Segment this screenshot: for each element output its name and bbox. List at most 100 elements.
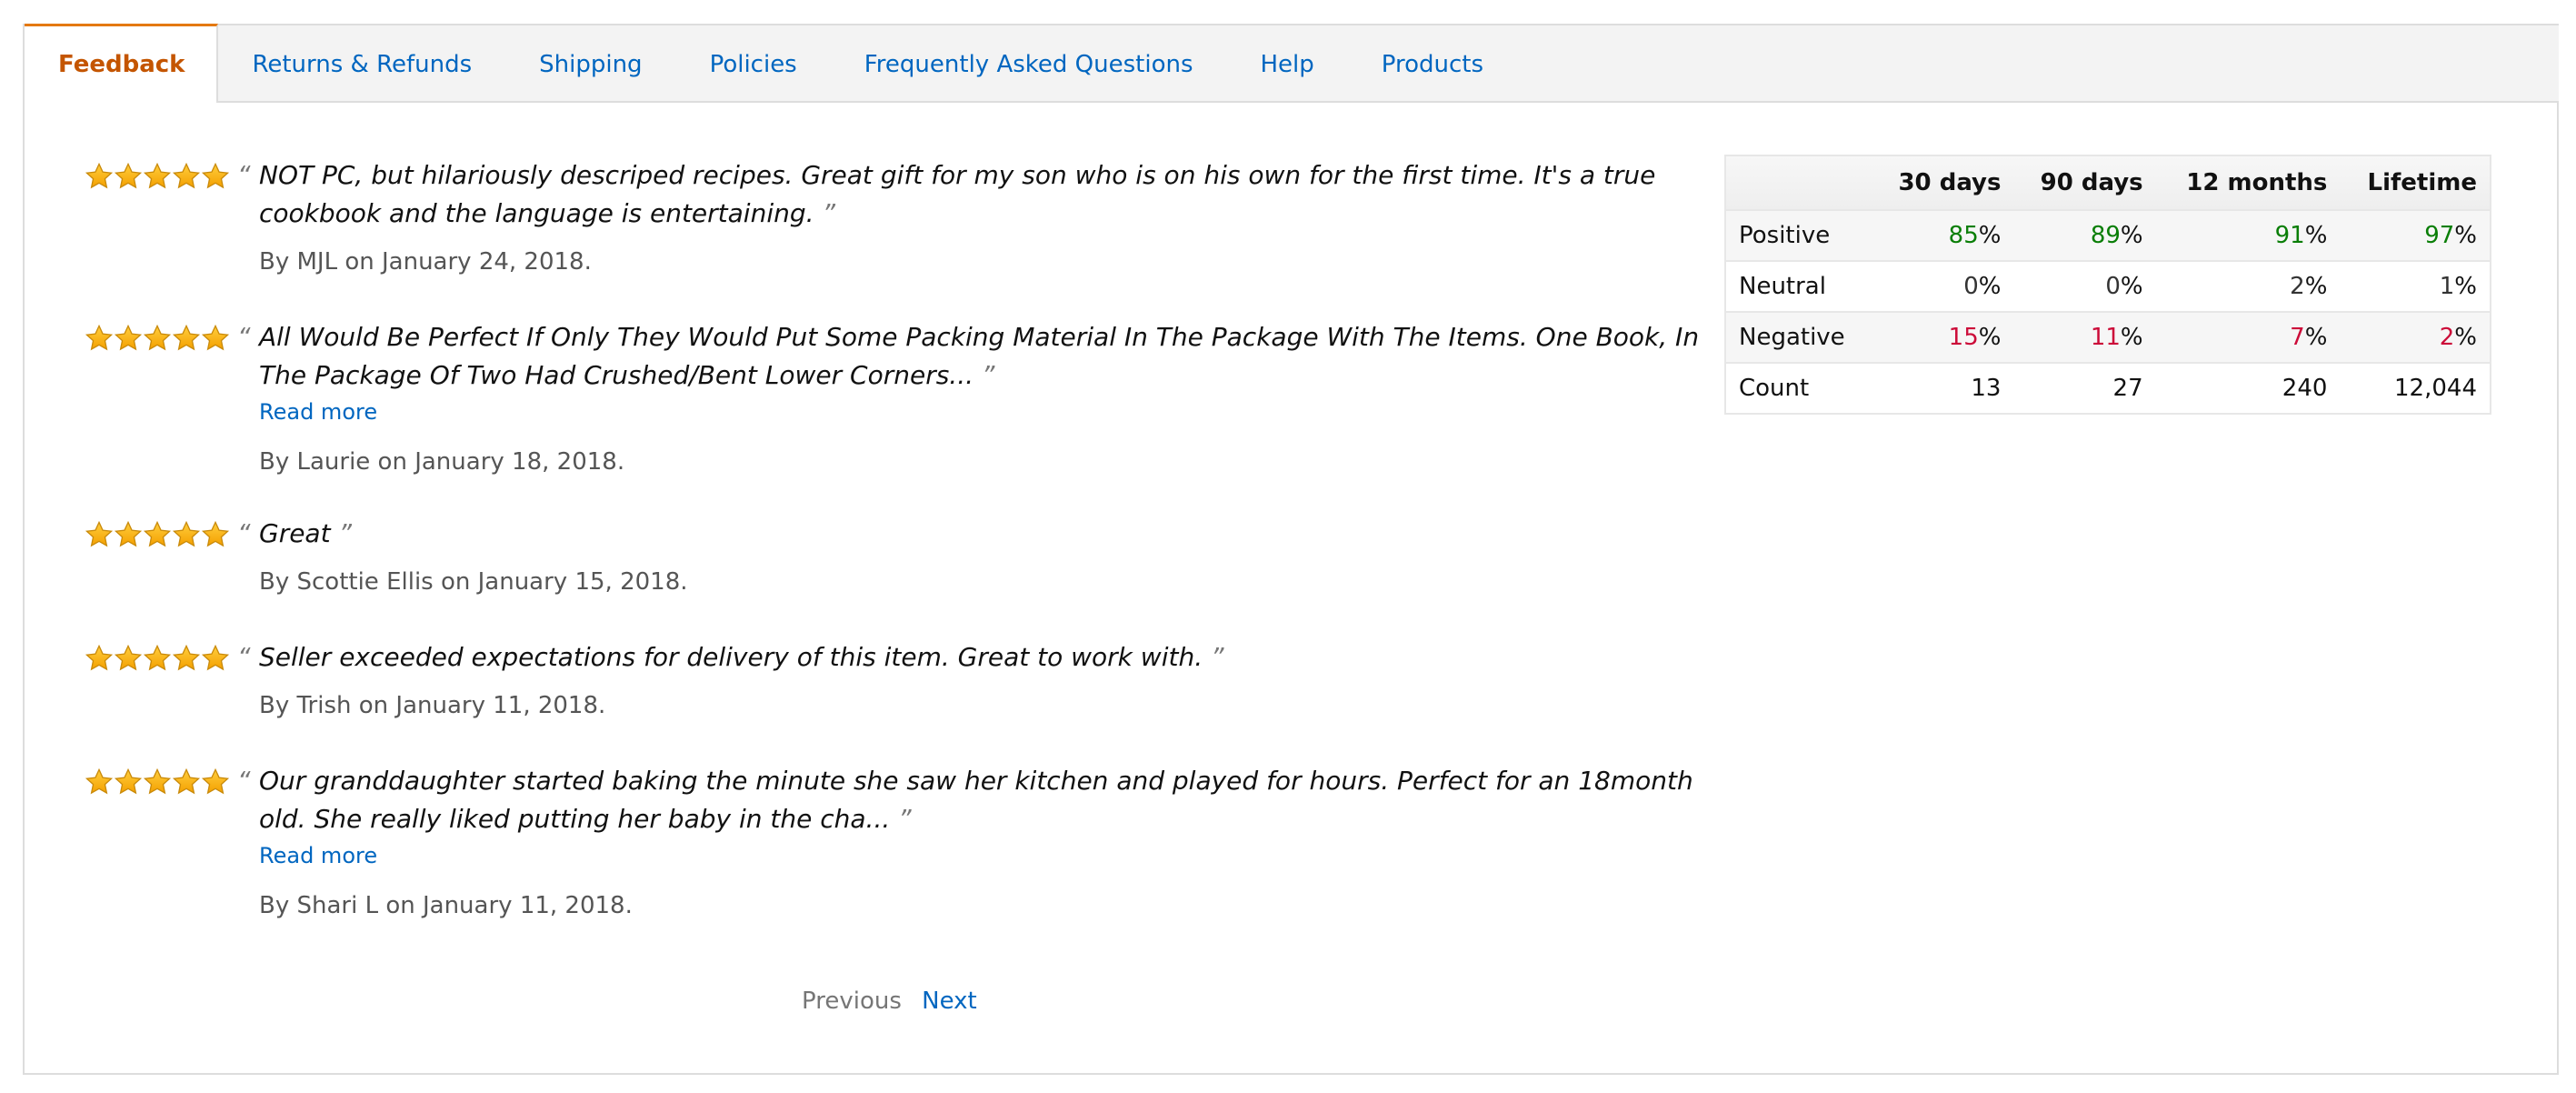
stats-cell: 240 <box>2155 362 2341 414</box>
feedback-stats-table: 30 days 90 days 12 months Lifetime Posit… <box>1724 155 2491 415</box>
stats-value: 15 <box>1948 324 1979 351</box>
stats-value: 1 <box>2439 273 2455 300</box>
stats-value: 0 <box>2105 273 2121 300</box>
feedback-text: “Great ” <box>237 515 1713 553</box>
open-quote-icon: “ <box>237 766 251 796</box>
stats-header-lifetime: Lifetime <box>2340 155 2491 210</box>
open-quote-icon: “ <box>237 642 251 672</box>
close-quote-icon: ” <box>981 360 995 390</box>
percent-sign: % <box>2304 222 2328 249</box>
star-filled-icon <box>201 162 230 191</box>
star-rating <box>85 767 230 797</box>
tab-policies[interactable]: Policies <box>676 25 831 103</box>
stats-row-negative: Negative 15% 11% 7% 2% <box>1725 311 2491 363</box>
stats-row-label: Neutral <box>1725 260 1872 312</box>
stats-cell: 0% <box>2013 260 2156 312</box>
stats-value: 89 <box>2090 222 2121 249</box>
star-filled-icon <box>201 324 230 353</box>
stats-header-row: 30 days 90 days 12 months Lifetime <box>1725 155 2491 210</box>
tab-feedback[interactable]: Feedback <box>25 24 219 103</box>
star-filled-icon <box>85 324 114 353</box>
star-filled-icon <box>85 644 114 673</box>
feedback-item: “NOT PC, but hilariously descriped recip… <box>85 156 1713 278</box>
stats-cell: 13 <box>1872 362 2014 414</box>
open-quote-icon: “ <box>237 160 251 190</box>
feedback-item: “Great ” By Scottie Ellis on January 15,… <box>85 515 1713 598</box>
star-rating <box>85 520 230 549</box>
stats-cell: 1% <box>2340 260 2491 312</box>
star-filled-icon <box>114 324 143 353</box>
star-filled-icon <box>114 767 143 797</box>
stats-cell: 15% <box>1872 311 2014 363</box>
stats-cell: 89% <box>2013 209 2156 261</box>
star-filled-icon <box>201 520 230 549</box>
tab-shipping[interactable]: Shipping <box>505 25 675 103</box>
close-quote-icon: ” <box>1211 642 1224 672</box>
stats-value: 12,044 <box>2394 375 2477 402</box>
feedback-item: “Our granddaughter started baking the mi… <box>85 762 1713 922</box>
star-filled-icon <box>172 324 201 353</box>
tab-help[interactable]: Help <box>1227 25 1348 103</box>
percent-sign: % <box>1978 273 2002 300</box>
stats-cell: 12,044 <box>2340 362 2491 414</box>
star-filled-icon <box>201 644 230 673</box>
percent-sign: % <box>2454 324 2477 351</box>
star-filled-icon <box>172 767 201 797</box>
star-filled-icon <box>85 520 114 549</box>
feedback-text: “Our granddaughter started baking the mi… <box>237 762 1713 838</box>
percent-sign: % <box>2120 324 2143 351</box>
close-quote-icon: ” <box>338 518 352 548</box>
tab-returns-refunds[interactable]: Returns & Refunds <box>218 25 505 103</box>
tab-products[interactable]: Products <box>1348 25 1517 103</box>
star-filled-icon <box>201 767 230 797</box>
star-filled-icon <box>114 162 143 191</box>
star-filled-icon <box>172 162 201 191</box>
stats-header-12-months: 12 months <box>2155 155 2341 210</box>
percent-sign: % <box>2304 273 2328 300</box>
star-filled-icon <box>114 520 143 549</box>
stats-header-90-days: 90 days <box>2013 155 2156 210</box>
stats-cell: 2% <box>2155 260 2341 312</box>
stats-cell: 7% <box>2155 311 2341 363</box>
stats-value: 2 <box>2439 324 2455 351</box>
percent-sign: % <box>2120 222 2143 249</box>
star-filled-icon <box>143 162 172 191</box>
feedback-byline: By MJL on January 24, 2018. <box>259 248 592 276</box>
stats-cell: 0% <box>1872 260 2014 312</box>
percent-sign: % <box>1978 222 2002 249</box>
stats-cell: 97% <box>2340 209 2491 261</box>
next-button[interactable]: Next <box>922 988 977 1015</box>
stats-header-blank <box>1725 155 1872 210</box>
stats-cell: 2% <box>2340 311 2491 363</box>
feedback-item: “All Would Be Perfect If Only They Would… <box>85 318 1713 478</box>
previous-button: Previous <box>802 988 902 1015</box>
read-more-link[interactable]: Read more <box>259 395 1713 429</box>
open-quote-icon: “ <box>237 322 251 352</box>
stats-cell: 85% <box>1872 209 2014 261</box>
stats-value: 240 <box>2281 375 2328 402</box>
star-filled-icon <box>85 162 114 191</box>
star-filled-icon <box>143 644 172 673</box>
stats-cell: 27 <box>2013 362 2156 414</box>
open-quote-icon: “ <box>237 518 251 548</box>
feedback-text: “NOT PC, but hilariously descriped recip… <box>237 156 1713 233</box>
close-quote-icon: ” <box>898 804 912 834</box>
star-filled-icon <box>143 324 172 353</box>
star-rating <box>85 644 230 673</box>
star-filled-icon <box>85 767 114 797</box>
star-filled-icon <box>143 767 172 797</box>
stats-row-label: Positive <box>1725 209 1872 261</box>
percent-sign: % <box>2304 324 2328 351</box>
stats-value: 27 <box>2112 375 2143 402</box>
feedback-byline: By Trish on January 11, 2018. <box>259 692 606 719</box>
star-filled-icon <box>172 520 201 549</box>
stats-cell: 91% <box>2155 209 2341 261</box>
stats-row-label: Count <box>1725 362 1872 414</box>
star-filled-icon <box>172 644 201 673</box>
stats-value: 2 <box>2290 273 2305 300</box>
read-more-link[interactable]: Read more <box>259 838 1713 873</box>
percent-sign: % <box>2120 273 2143 300</box>
stats-row-count: Count 13 27 240 12,044 <box>1725 362 2491 414</box>
feedback-byline: By Laurie on January 18, 2018. <box>259 448 625 476</box>
tab-faq[interactable]: Frequently Asked Questions <box>831 25 1227 103</box>
